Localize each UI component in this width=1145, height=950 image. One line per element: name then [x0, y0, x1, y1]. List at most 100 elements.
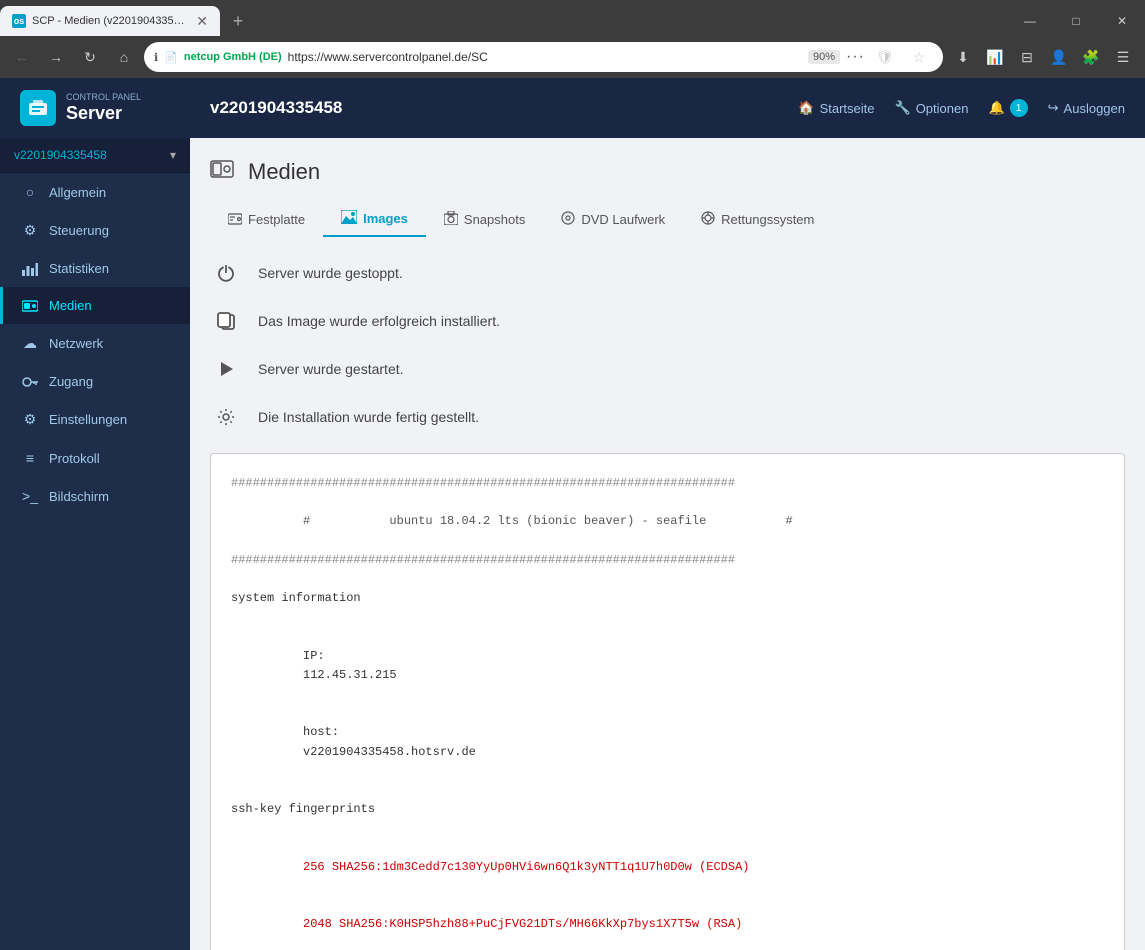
close-tab-button[interactable]: ✕ [196, 13, 208, 30]
console-fp1: 256 SHA256:1dm3Cedd7c130YyUp0HVi6wn6Q1k3… [231, 839, 1104, 897]
sidebar-item-medien[interactable]: Medien [0, 287, 190, 324]
tab-festplatte[interactable]: Festplatte [210, 202, 323, 237]
sidebar-label-bildschirm: Bildschirm [49, 489, 109, 504]
notification-badge: 1 [1010, 99, 1028, 117]
tab-bar: os SCP - Medien (v2201904335458 ✕ + — □ … [0, 0, 1145, 36]
console-hash-bottom: ########################################… [231, 551, 1104, 570]
new-tab-button[interactable]: + [224, 7, 252, 35]
power-icon [210, 257, 242, 289]
tab-rettungssystem[interactable]: Rettungssystem [683, 202, 832, 237]
sidebar-item-netzwerk[interactable]: ☁ Netzwerk [0, 324, 190, 363]
control-panel-label: Control Panel [66, 92, 141, 103]
medien-page-icon [210, 158, 234, 186]
page-header: Medien [210, 158, 1125, 186]
minimize-button[interactable]: — [1007, 3, 1053, 39]
startseite-link[interactable]: 🏠 Startseite [798, 100, 874, 116]
sidebar-label-netzwerk: Netzwerk [49, 336, 103, 351]
server-label: Server [66, 103, 141, 125]
close-window-button[interactable]: ✕ [1099, 3, 1145, 39]
festplatte-icon [228, 212, 242, 228]
home-button[interactable]: ⌂ [110, 43, 138, 71]
images-label: Images [363, 211, 408, 226]
console-blank2 [231, 608, 1104, 627]
sidebar-label-zugang: Zugang [49, 374, 93, 389]
status-install-text: Die Installation wurde fertig gestellt. [258, 409, 479, 425]
browser-chrome: os SCP - Medien (v2201904335458 ✕ + — □ … [0, 0, 1145, 78]
collections-icon[interactable]: 📊 [981, 43, 1009, 71]
shield-icon[interactable]: 🛡 [871, 43, 899, 71]
logo-text: Control Panel Server [66, 92, 141, 124]
festplatte-label: Festplatte [248, 212, 305, 227]
sidebar-item-allgemein[interactable]: ○ Allgemein [0, 173, 190, 211]
sidebar-label-statistiken: Statistiken [49, 261, 109, 276]
sidebar-item-protokoll[interactable]: ≡ Protokoll [0, 439, 190, 477]
console-host: host: v2201904335458.hotsrv.de [231, 704, 1104, 781]
sidebar: v2201904335458 ▾ ○ Allgemein ⚙ Steuerung [0, 138, 190, 950]
circle-icon: ○ [21, 184, 39, 200]
split-view-icon[interactable]: ⊟ [1013, 43, 1041, 71]
top-nav-links: 🏠 Startseite 🔧 Optionen 🔔 1 ↪ Ausloggen [798, 99, 1125, 117]
console-fp2: 2048 SHA256:K0HSP5hzh88+PuCjFVG21DTs/MH6… [231, 896, 1104, 950]
logo-icon [20, 90, 56, 126]
list-icon: ≡ [21, 450, 39, 466]
page-title: Medien [248, 159, 320, 185]
zoom-level: 90% [808, 50, 840, 64]
sidebar-label-allgemein: Allgemein [49, 185, 106, 200]
content-area: v2201904335458 ▾ ○ Allgemein ⚙ Steuerung [0, 138, 1145, 950]
status-image-installed: Das Image wurde erfolgreich installiert. [210, 305, 1125, 337]
bookmark-icon[interactable]: ☆ [905, 43, 933, 71]
profile-icon[interactable]: 👤 [1045, 43, 1073, 71]
rettungssystem-label: Rettungssystem [721, 212, 814, 227]
terminal-icon: >_ [21, 488, 39, 504]
tab-favicon: os [12, 14, 26, 28]
console-ip: IP: 112.45.31.215 [231, 628, 1104, 705]
download-icon[interactable]: ⬇ [949, 43, 977, 71]
sidebar-label-steuerung: Steuerung [49, 223, 109, 238]
dvd-icon [561, 211, 575, 228]
wrench-icon: 🔧 [895, 100, 911, 116]
top-nav: Control Panel Server v2201904335458 🏠 St… [0, 78, 1145, 138]
browser-toolbar: ← → ↻ ⌂ ℹ 📄 netcup GmbH (DE) https://www… [0, 36, 1145, 78]
server-select-label: v2201904335458 [14, 148, 107, 162]
chevron-down-icon: ▾ [170, 148, 176, 162]
status-started-text: Server wurde gestartet. [258, 361, 404, 377]
tab-images[interactable]: Images [323, 202, 426, 237]
cloud-icon: ☁ [21, 335, 39, 352]
tab-snapshots[interactable]: Snapshots [426, 202, 543, 237]
console-blank1 [231, 570, 1104, 589]
dvd-label: DVD Laufwerk [581, 212, 665, 227]
console-ssh-header: ssh-key fingerprints [231, 800, 1104, 819]
extensions-icon[interactable]: 🧩 [1077, 43, 1105, 71]
bell-icon: 🔔 [988, 100, 1004, 116]
active-tab[interactable]: os SCP - Medien (v2201904335458 ✕ [0, 6, 220, 36]
url-text: https://www.servercontrolpanel.de/SC [288, 50, 802, 64]
sidebar-item-bildschirm[interactable]: >_ Bildschirm [0, 477, 190, 515]
sidebar-item-steuerung[interactable]: ⚙ Steuerung [0, 211, 190, 250]
notification-link[interactable]: 🔔 1 [988, 99, 1027, 117]
gear-icon: ⚙ [21, 222, 39, 239]
more-options[interactable]: ··· [846, 48, 865, 66]
status-stopped: Server wurde gestoppt. [210, 257, 1125, 289]
window-controls: — □ ✕ [1007, 3, 1145, 39]
back-button[interactable]: ← [8, 43, 36, 71]
images-icon [341, 210, 357, 227]
sidebar-item-einstellungen[interactable]: ⚙ Einstellungen [0, 400, 190, 439]
maximize-button[interactable]: □ [1053, 3, 1099, 39]
ausloggen-link[interactable]: ↪ Ausloggen [1048, 100, 1125, 116]
refresh-button[interactable]: ↻ [76, 43, 104, 71]
sidebar-item-statistiken[interactable]: Statistiken [0, 250, 190, 287]
status-list: Server wurde gestoppt. Das Image wurde e… [210, 257, 1125, 433]
console-output: ########################################… [210, 453, 1125, 950]
sidebar-item-zugang[interactable]: Zugang [0, 363, 190, 400]
optionen-link[interactable]: 🔧 Optionen [895, 100, 969, 116]
status-image-text: Das Image wurde erfolgreich installiert. [258, 313, 500, 329]
page-icon: 📄 [164, 51, 178, 64]
menu-icon[interactable]: ☰ [1109, 43, 1137, 71]
address-bar[interactable]: ℹ 📄 netcup GmbH (DE) https://www.serverc… [144, 42, 943, 72]
media-tabs: Festplatte Images [210, 202, 1125, 237]
server-select[interactable]: v2201904335458 ▾ [0, 138, 190, 173]
forward-button[interactable]: → [42, 43, 70, 71]
tab-dvd[interactable]: DVD Laufwerk [543, 202, 683, 237]
app-wrapper: Control Panel Server v2201904335458 🏠 St… [0, 78, 1145, 950]
console-blank3 [231, 781, 1104, 800]
